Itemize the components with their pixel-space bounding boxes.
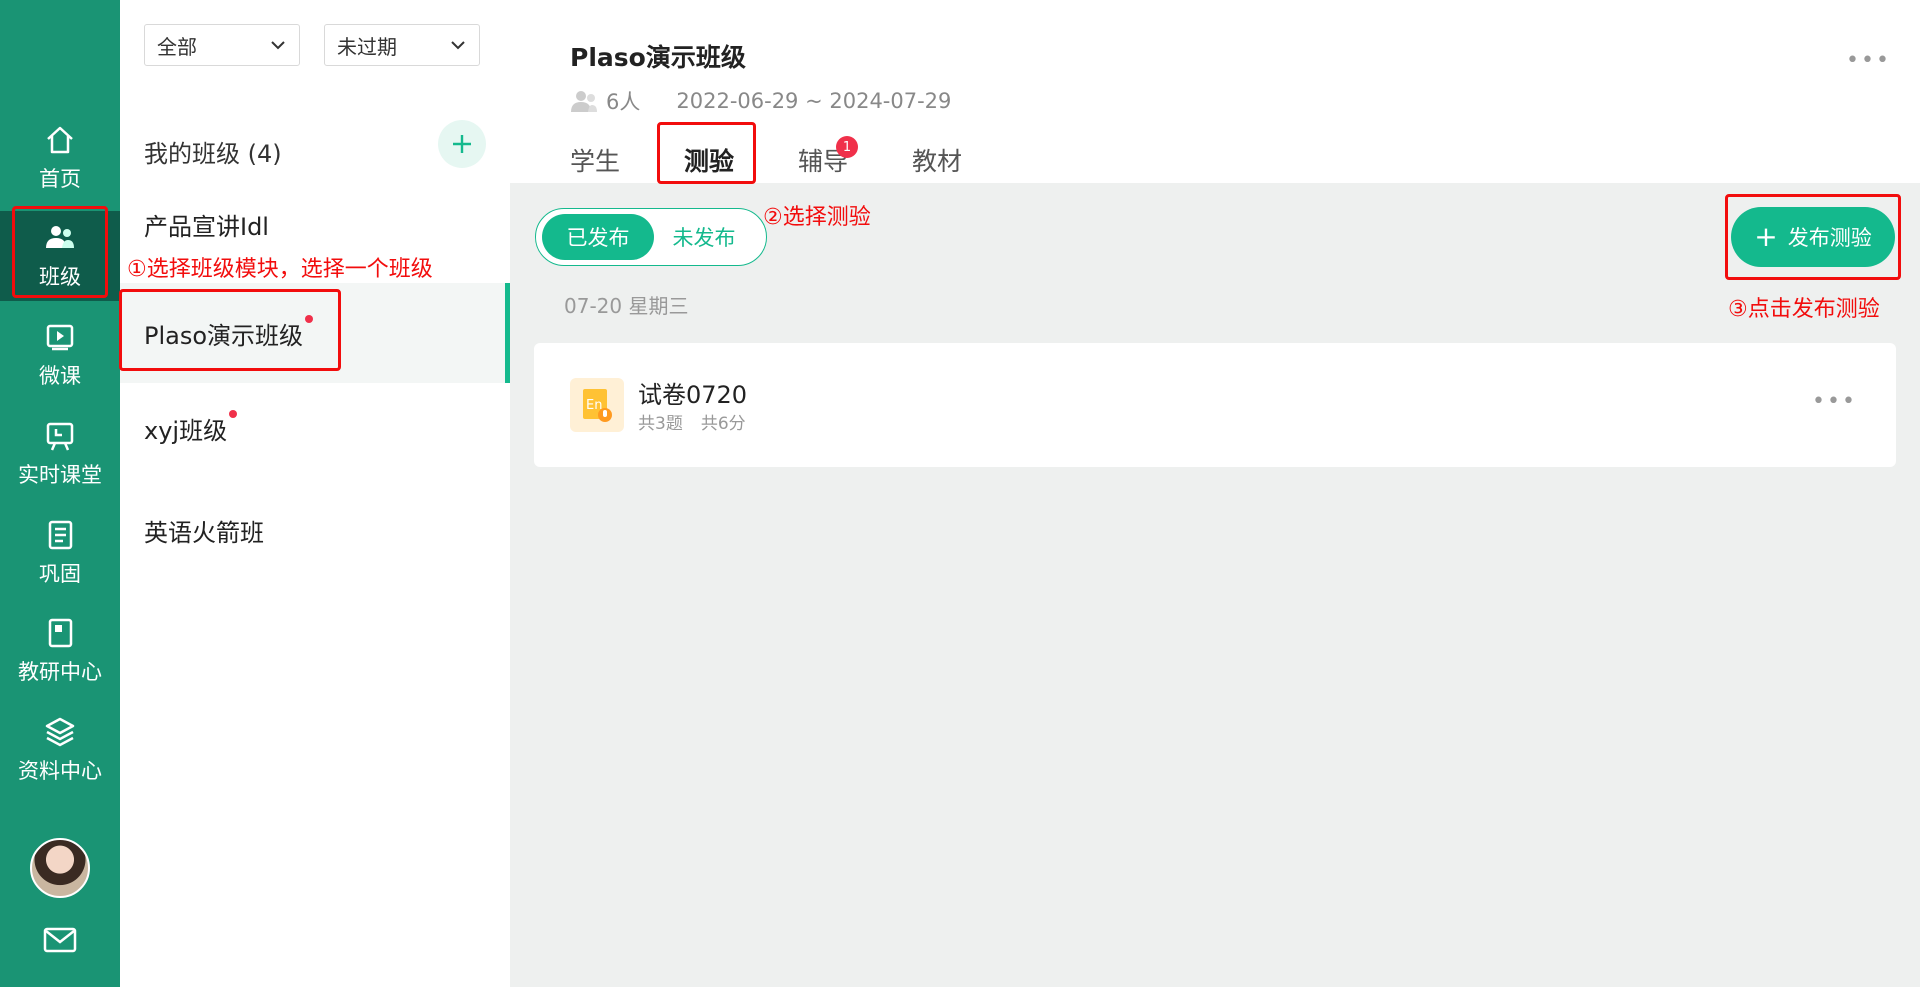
users-icon bbox=[46, 226, 74, 248]
nav-item-label: 班级 bbox=[39, 265, 81, 289]
avatar[interactable] bbox=[30, 838, 90, 898]
plus-icon: + bbox=[1754, 220, 1778, 253]
nav-item-label: 实时课堂 bbox=[18, 463, 102, 487]
book-icon bbox=[48, 618, 73, 648]
publish-quiz-button[interactable]: + 发布测验 bbox=[1731, 207, 1895, 267]
class-name: Plaso演示班级 bbox=[144, 321, 304, 350]
add-class-button[interactable] bbox=[438, 120, 486, 168]
more-icon[interactable]: ••• bbox=[1846, 48, 1891, 73]
date-group-label: 07-20 星期三 bbox=[564, 294, 689, 318]
member-count: 6人 bbox=[606, 90, 641, 114]
segment-published[interactable]: 已发布 bbox=[542, 214, 654, 260]
members-icon bbox=[571, 91, 597, 112]
nav-item-class[interactable]: 班级 bbox=[0, 211, 120, 301]
tutoring-badge: 1 bbox=[836, 136, 858, 158]
annotation-step2: ②选择测验 bbox=[763, 205, 871, 230]
status-select[interactable]: 未过期 bbox=[324, 24, 480, 66]
scope-select[interactable]: 全部 bbox=[144, 24, 300, 66]
exam-file-icon: En bbox=[570, 378, 624, 432]
tab-quiz[interactable]: 测验 bbox=[684, 142, 734, 178]
home-icon bbox=[47, 126, 73, 154]
nav-item-resources[interactable]: 资料中心 bbox=[0, 705, 120, 795]
class-item-selected[interactable]: Plaso演示班级 bbox=[120, 283, 510, 383]
nav-item-live-class[interactable]: 实时课堂 bbox=[0, 409, 120, 499]
class-item[interactable]: 英语火箭班 bbox=[120, 480, 510, 580]
publish-quiz-label: 发布测验 bbox=[1787, 226, 1872, 250]
tab-students[interactable]: 学生 bbox=[570, 142, 620, 178]
nav-rail: 首页 班级 微课 实时课堂 巩固 教研中心 资料中心 bbox=[0, 0, 120, 987]
class-item[interactable]: xyj班级 bbox=[120, 378, 510, 478]
chevron-down-icon bbox=[271, 41, 285, 50]
chevron-down-icon bbox=[451, 41, 465, 50]
annotation-step3: ③点击发布测验 bbox=[1728, 297, 1880, 322]
board-icon bbox=[46, 422, 74, 451]
annotation-step1: ①选择班级模块，选择一个班级 bbox=[127, 257, 433, 282]
nav-item-label: 教研中心 bbox=[18, 660, 102, 684]
notebook-icon bbox=[48, 520, 73, 550]
more-icon[interactable]: ••• bbox=[1812, 389, 1857, 414]
nav-item-home[interactable]: 首页 bbox=[0, 113, 120, 203]
class-list-panel: 全部 未过期 我的班级 (4) 产品宣讲Idl Plaso演示班级 xyj班级 … bbox=[120, 0, 510, 987]
scope-select-value: 全部 bbox=[157, 34, 197, 59]
quiz-summary: 共3题 共6分 bbox=[638, 409, 746, 434]
video-icon bbox=[46, 324, 74, 351]
my-classes-title: 我的班级 (4) bbox=[144, 140, 282, 168]
nav-item-microlesson[interactable]: 微课 bbox=[0, 310, 120, 400]
unread-dot bbox=[229, 410, 238, 418]
total-score: 共6分 bbox=[700, 414, 746, 434]
quiz-card[interactable]: En 试卷0720 共3题 共6分 ••• bbox=[534, 343, 1896, 467]
plus-icon bbox=[453, 135, 471, 153]
quiz-title: 试卷0720 bbox=[638, 381, 748, 409]
nav-item-review[interactable]: 巩固 bbox=[0, 508, 120, 598]
class-name: 产品宣讲Idl bbox=[144, 212, 269, 241]
class-name: 英语火箭班 bbox=[144, 518, 264, 547]
layers-icon bbox=[45, 717, 75, 747]
nav-item-label: 微课 bbox=[39, 364, 81, 388]
unread-dot bbox=[305, 315, 314, 323]
question-count: 共3题 bbox=[638, 414, 683, 434]
status-select-value: 未过期 bbox=[337, 34, 397, 59]
class-name: xyj班级 bbox=[144, 416, 228, 445]
publish-status-toggle: 已发布 未发布 bbox=[535, 208, 767, 266]
class-header: Plaso演示班级 6人 2022-06-29 ~ 2024-07-29 •••… bbox=[510, 0, 1920, 183]
tab-materials[interactable]: 教材 bbox=[912, 142, 962, 178]
class-dates: 2022-06-29 ~ 2024-07-29 bbox=[676, 89, 952, 113]
nav-item-label: 巩固 bbox=[39, 562, 81, 586]
class-title: Plaso演示班级 bbox=[570, 43, 746, 72]
nav-item-research[interactable]: 教研中心 bbox=[0, 606, 120, 696]
mail-icon[interactable] bbox=[43, 926, 77, 954]
class-meta: 6人 2022-06-29 ~ 2024-07-29 bbox=[570, 86, 951, 116]
segment-unpublished[interactable]: 未发布 bbox=[648, 214, 760, 260]
nav-item-label: 资料中心 bbox=[18, 759, 102, 783]
nav-item-label: 首页 bbox=[39, 167, 81, 191]
